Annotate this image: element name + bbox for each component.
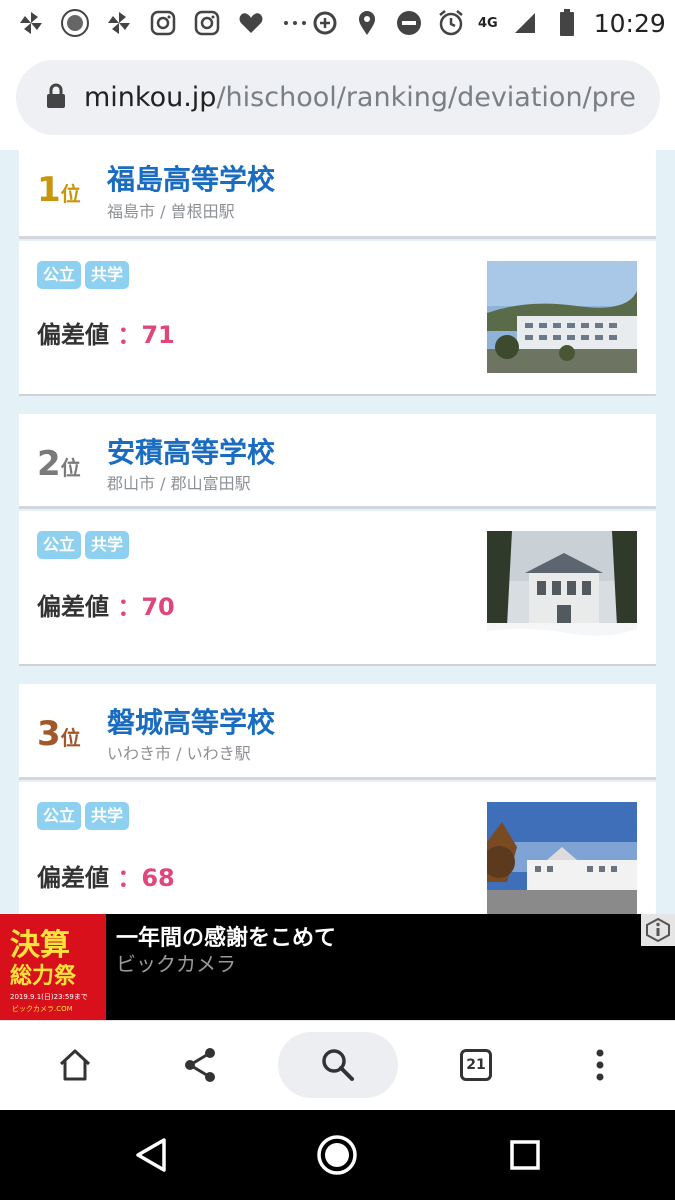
clock: 10:29 [593, 8, 666, 38]
ranking-card-header[interactable]: 3位 磐城高等学校 いわき市 / いわき駅 [19, 684, 656, 780]
tag-coed: 共学 [85, 261, 130, 289]
rank-number: 1位 [37, 170, 81, 210]
url-path: /hischool/ranking/deviation/pre [216, 82, 636, 113]
ranking-card-body[interactable]: 公立 共学 偏差値 ：68 [19, 782, 656, 914]
school-name-link[interactable]: 福島高等学校 [107, 158, 275, 198]
tag-public: 公立 [37, 531, 82, 559]
ranking-card-header[interactable]: 2位 安積高等学校 郡山市 / 郡山富田駅 [19, 414, 656, 509]
ad-advertiser: ビックカメラ [116, 952, 236, 976]
url-host: minkou.jp [84, 82, 217, 113]
url-bar[interactable]: minkou.jp/hischool/ranking/deviation/pre [16, 60, 660, 135]
back-button[interactable] [126, 1130, 176, 1180]
ranking-card-body[interactable]: 公立 共学 偏差値 ：70 [19, 511, 656, 666]
tag-public: 公立 [37, 261, 82, 289]
ranking-card-header[interactable]: 1位 福島高等学校 福島市 / 曽根田駅 [19, 150, 656, 239]
school-name-link[interactable]: 磐城高等学校 [107, 701, 275, 741]
more-vert-icon [596, 1049, 604, 1081]
ad-banner[interactable]: 決算 総力祭 2019.9.1(日)23:59まで ビックカメラ.COM 一年間… [0, 914, 675, 1020]
ranking-list: 1位 福島高等学校 福島市 / 曽根田駅 公立 共学 偏差値 ：71 2位 安積… [0, 150, 675, 914]
browser-header: minkou.jp/hischool/ranking/deviation/pre [0, 46, 675, 150]
home-button[interactable] [45, 1035, 105, 1095]
deviation-value: 偏差値 ：68 [37, 864, 175, 892]
tag-coed: 共学 [85, 531, 130, 559]
badge-icon [60, 8, 90, 38]
deviation-value: 偏差値 ：70 [37, 593, 175, 621]
school-photo[interactable] [487, 802, 637, 914]
rank-number: 3位 [37, 714, 81, 754]
lock-icon [46, 83, 66, 113]
home-nav-button[interactable] [312, 1130, 362, 1180]
browser-toolbar: 21 [0, 1020, 675, 1110]
share-icon [185, 1048, 215, 1082]
school-name-link[interactable]: 安積高等学校 [107, 431, 275, 471]
more-dots-icon [280, 8, 310, 38]
search-icon [322, 1049, 354, 1081]
school-photo[interactable] [487, 531, 637, 643]
recents-button[interactable] [500, 1130, 550, 1180]
school-location: 福島市 / 曽根田駅 [107, 202, 235, 221]
home-circle-icon [317, 1135, 357, 1175]
pinwheel-icon [104, 8, 134, 38]
back-icon [136, 1138, 166, 1172]
system-nav-bar [0, 1110, 675, 1200]
school-location: 郡山市 / 郡山富田駅 [107, 474, 251, 493]
location-icon [352, 8, 382, 38]
heart-icon [236, 8, 266, 38]
recents-icon [510, 1140, 540, 1170]
data-saver-icon [310, 8, 340, 38]
search-button[interactable] [278, 1032, 398, 1098]
rank-number: 2位 [37, 444, 81, 484]
tag-public: 公立 [37, 802, 82, 830]
tabs-button[interactable]: 21 [446, 1035, 506, 1095]
do-not-disturb-icon [394, 8, 424, 38]
instagram-icon [192, 8, 222, 38]
home-icon [59, 1049, 91, 1081]
school-photo[interactable] [487, 261, 637, 373]
signal-icon [510, 8, 540, 38]
share-button[interactable] [170, 1035, 230, 1095]
ad-info-icon[interactable] [641, 914, 675, 946]
ranking-card-body[interactable]: 公立 共学 偏差値 ：71 [19, 241, 656, 396]
menu-button[interactable] [570, 1035, 630, 1095]
alarm-icon [436, 8, 466, 38]
ad-logo[interactable]: 決算 総力祭 2019.9.1(日)23:59まで ビックカメラ.COM [0, 914, 106, 1020]
tab-count: 21 [460, 1049, 492, 1081]
deviation-value: 偏差値 ：71 [37, 321, 175, 349]
instagram-icon [148, 8, 178, 38]
status-bar: 4G 10:29 [0, 0, 675, 46]
battery-icon [552, 8, 582, 38]
school-location: いわき市 / いわき駅 [107, 744, 251, 763]
tag-coed: 共学 [85, 802, 130, 830]
pinwheel-icon [16, 8, 46, 38]
network-type: 4G [478, 15, 498, 31]
